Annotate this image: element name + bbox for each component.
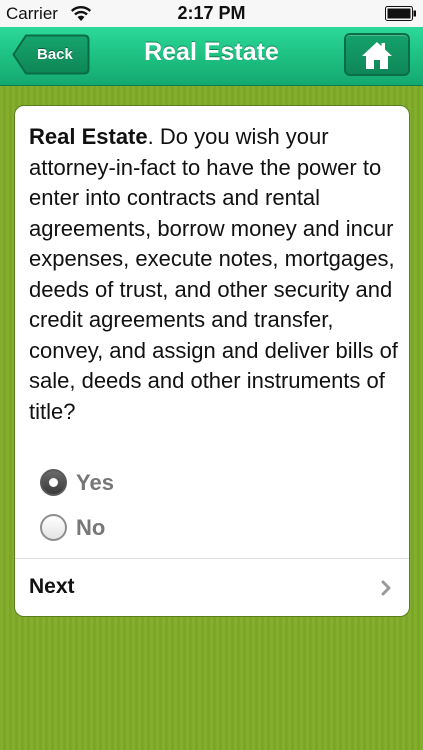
question-body: . Do you wish your attorney-in-fact to h… [29, 124, 398, 424]
option-no-label: No [76, 515, 106, 540]
home-icon [362, 42, 392, 69]
question-heading: Real Estate [29, 124, 148, 149]
radio-selected-dot [49, 478, 58, 487]
chevron-right-icon [381, 580, 391, 596]
status-bar: Carrier 2:17 PM [0, 0, 423, 27]
navigation-bar: Back Real Estate [0, 27, 423, 86]
next-button[interactable]: Next [15, 559, 409, 616]
next-label: Next [29, 575, 75, 598]
question-text: Real Estate. Do you wish your attorney-i… [29, 122, 401, 427]
home-button[interactable] [344, 33, 410, 76]
option-yes-label: Yes [76, 470, 114, 495]
question-card: Real Estate. Do you wish your attorney-i… [14, 105, 410, 617]
radio-no[interactable] [40, 514, 67, 541]
battery-icon [385, 6, 416, 21]
status-time: 2:17 PM [177, 3, 246, 23]
radio-yes[interactable] [40, 469, 67, 496]
